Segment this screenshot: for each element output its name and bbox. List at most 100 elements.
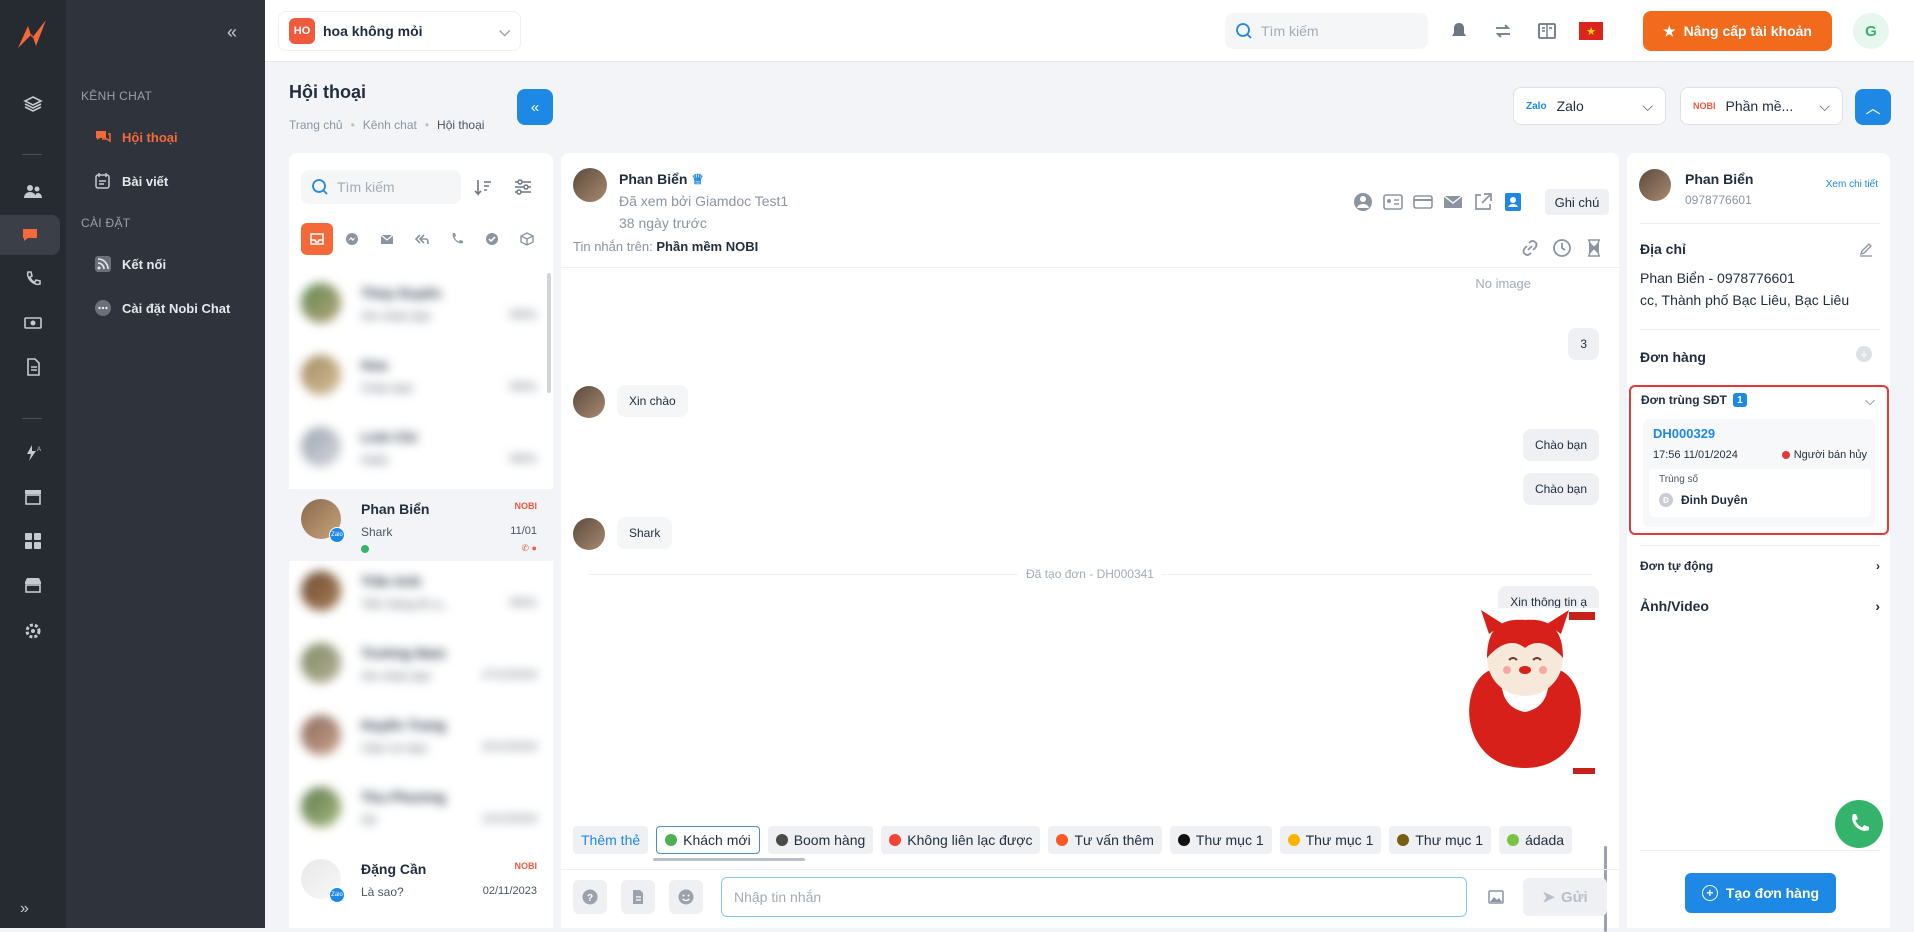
- image-icon[interactable]: [1479, 880, 1513, 914]
- add-tag-button[interactable]: Thêm thẻ: [573, 826, 649, 854]
- media-row[interactable]: Ảnh/Video ›: [1640, 598, 1880, 614]
- settings-gear-icon[interactable]: [0, 611, 66, 651]
- apps-icon[interactable]: [0, 521, 66, 561]
- conversation-item[interactable]: Trần Anh Tiền hàng thì ạ... 06/01: [289, 561, 553, 633]
- link-icon[interactable]: [1519, 237, 1541, 259]
- seen-by: Đã xem bởi Giamdoc Test1: [619, 193, 789, 209]
- users-icon[interactable]: [0, 171, 66, 211]
- conversation-item[interactable]: Thu Phương Ok 12/12/2023: [289, 777, 553, 849]
- conversation-item[interactable]: Thùy Duyên Xin chào bạn 09/01: [289, 273, 553, 345]
- conversation-item[interactable]: Hoa Chào bạn 09/01: [289, 345, 553, 417]
- document-icon[interactable]: [0, 347, 66, 387]
- tag-chip[interactable]: Thư mục 1: [1389, 826, 1492, 854]
- tag-chip[interactable]: Thư mục 1: [1169, 826, 1272, 854]
- conversation-item[interactable]: Linh Chi Hello 08/01: [289, 417, 553, 489]
- bell-icon[interactable]: [1448, 20, 1470, 42]
- nav-item-nobi-chat-settings[interactable]: Cài đặt Nobi Chat: [94, 296, 230, 320]
- svg-text:?: ?: [587, 893, 593, 904]
- upgrade-account-button[interactable]: ★ Nâng cấp tài khoản: [1643, 11, 1832, 51]
- birthday-cake-icon: ♕: [691, 171, 704, 187]
- collapse-list-button[interactable]: «: [517, 89, 553, 125]
- note-button[interactable]: Ghi chú: [1545, 189, 1609, 215]
- scroll-top-button[interactable]: ︿: [1855, 89, 1891, 125]
- chat-icon[interactable]: [0, 215, 60, 255]
- mail-icon[interactable]: [1442, 191, 1464, 213]
- user-avatar[interactable]: G: [1853, 13, 1889, 49]
- duplicate-order-card[interactable]: DH000329 17:56 11/01/2024 Người bán hủy …: [1643, 419, 1875, 527]
- tag-chip[interactable]: Tư vấn thêm: [1048, 826, 1162, 854]
- customer-phone: 0978776601: [1685, 193, 1752, 207]
- list-scrollbar[interactable]: [547, 273, 551, 393]
- global-search[interactable]: Tìm kiếm: [1225, 13, 1428, 49]
- cash-icon[interactable]: [0, 303, 66, 343]
- hourglass-icon[interactable]: [1583, 237, 1605, 259]
- emoji-icon[interactable]: [669, 880, 703, 914]
- tag-bar-scrollbar[interactable]: [653, 858, 805, 861]
- last-message: Cảm ơn bạn: [361, 741, 428, 755]
- contact-name: Hoa: [361, 357, 388, 373]
- create-order-button[interactable]: + Tạo đơn hàng: [1685, 873, 1836, 913]
- conversation-item-active[interactable]: Zalo Phan Biển NOBI Shark 11/01 ✆ ●: [289, 489, 553, 561]
- conversation-item[interactable]: Huyền Trang Cảm ơn bạn 22/12/2023: [289, 705, 553, 777]
- chevron-down-icon[interactable]: ⌵: [1865, 393, 1875, 409]
- edit-pencil-icon[interactable]: [1858, 241, 1874, 257]
- filter-phone-icon[interactable]: [441, 223, 473, 255]
- call-center-icon[interactable]: [0, 259, 66, 299]
- book-icon[interactable]: [1536, 20, 1558, 42]
- send-button[interactable]: ➤ Gửi: [1523, 878, 1607, 916]
- view-detail-link[interactable]: Xem chi tiết: [1826, 179, 1878, 190]
- contact-card-icon[interactable]: [1502, 191, 1524, 213]
- nav-item-posts[interactable]: Bài viết: [94, 169, 168, 193]
- tag-chip[interactable]: ádada: [1499, 826, 1573, 854]
- help-icon[interactable]: ?: [573, 880, 607, 914]
- filter-mail-icon[interactable]: [371, 223, 403, 255]
- tag-chip[interactable]: Không liên lạc được: [881, 826, 1041, 854]
- account-select[interactable]: NOBI Phần mề... ⌵: [1680, 87, 1843, 125]
- archive-icon[interactable]: [0, 477, 66, 517]
- filter-box-icon[interactable]: [511, 223, 543, 255]
- collapse-sidebar-icon[interactable]: «: [227, 22, 237, 43]
- app-logo-icon[interactable]: [14, 16, 50, 52]
- filter-messenger-icon[interactable]: [336, 223, 368, 255]
- clock-icon[interactable]: [1551, 237, 1573, 259]
- nav-item-conversations[interactable]: Hội thoại: [94, 125, 178, 149]
- tag-color-dot: [1287, 834, 1300, 846]
- plus-circle-icon: +: [1701, 885, 1718, 901]
- add-order-plus-icon[interactable]: +: [1856, 346, 1872, 362]
- automation-icon[interactable]: A: [0, 433, 66, 473]
- external-link-icon[interactable]: [1472, 191, 1494, 213]
- filter-sliders-icon[interactable]: [513, 177, 533, 197]
- auto-orders-row[interactable]: Đơn tự động ›: [1640, 559, 1880, 573]
- tag-chip[interactable]: Thư mục 1: [1279, 826, 1382, 854]
- layers-icon[interactable]: [0, 84, 66, 124]
- transfer-icon[interactable]: [1492, 20, 1514, 42]
- id-card-icon[interactable]: [1382, 191, 1404, 213]
- breadcrumb-home[interactable]: Trang chủ: [289, 118, 343, 132]
- expand-icon[interactable]: »: [20, 900, 29, 918]
- conversation-item[interactable]: Zalo Đặng Cần NOBI Là sao? 02/11/2023: [289, 849, 553, 921]
- contact-avatar: [301, 283, 341, 323]
- sort-icon[interactable]: [473, 177, 493, 197]
- tag-chip[interactable]: Khách mới: [656, 826, 760, 854]
- phone-call-fab[interactable]: [1835, 800, 1883, 848]
- message-input[interactable]: [721, 877, 1467, 917]
- sticker-image[interactable]: [1451, 608, 1599, 780]
- filter-inbox-icon[interactable]: [301, 223, 333, 255]
- filter-reply-all-icon[interactable]: [406, 223, 438, 255]
- filter-check-icon[interactable]: [476, 223, 508, 255]
- conversation-item[interactable]: Trường Nam Xin chào bạn 27/12/2023: [289, 633, 553, 705]
- nav-item-connect[interactable]: Kết nối: [94, 252, 166, 276]
- profile-icon[interactable]: [1352, 191, 1374, 213]
- breadcrumb-chat-channel[interactable]: Kênh chat: [363, 118, 417, 132]
- shop-switcher[interactable]: HO hoa không mỏi ⌵: [278, 11, 521, 51]
- channel-select[interactable]: Zalo Zalo ⌵: [1513, 87, 1666, 125]
- message-date: 09/01: [509, 309, 537, 321]
- order-code[interactable]: DH000329: [1653, 426, 1715, 441]
- language-flag-icon[interactable]: ★: [1579, 22, 1603, 40]
- attach-file-icon[interactable]: [621, 880, 655, 914]
- conversation-search[interactable]: Tìm kiếm: [301, 170, 461, 204]
- store-icon[interactable]: [0, 565, 66, 605]
- tag-chip[interactable]: Boom hàng: [767, 826, 874, 854]
- duplicate-orders-header[interactable]: Đơn trùng SĐT 1: [1641, 393, 1747, 407]
- credit-card-icon[interactable]: [1412, 191, 1434, 213]
